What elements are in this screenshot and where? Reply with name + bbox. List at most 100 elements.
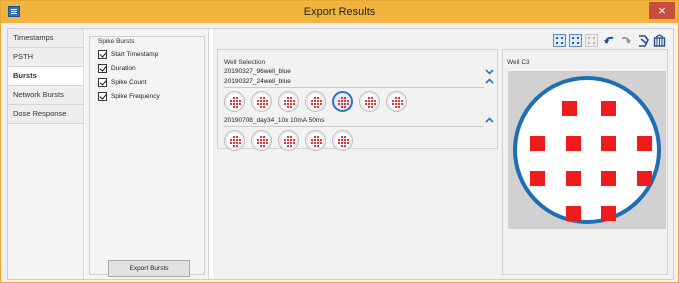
plate-icon[interactable] bbox=[653, 34, 666, 47]
well-detail-view bbox=[508, 71, 666, 229]
plate-24well-wells bbox=[224, 91, 434, 113]
electrode-dot bbox=[392, 103, 394, 105]
well-thumbnail[interactable] bbox=[251, 91, 272, 112]
electrode-dot bbox=[290, 97, 292, 99]
electrode-dot bbox=[317, 100, 319, 102]
plate-name: 20190327_24well_blue bbox=[224, 78, 291, 85]
well-thumbnail[interactable] bbox=[251, 130, 272, 151]
electrode-dot bbox=[260, 100, 262, 102]
well-thumbnail[interactable] bbox=[224, 91, 245, 112]
electrode-dot bbox=[260, 106, 262, 108]
electrode-dot bbox=[371, 106, 373, 108]
electrode-dot bbox=[398, 97, 400, 99]
plate-day34-wells bbox=[224, 130, 384, 152]
electrode-dot bbox=[344, 145, 346, 147]
electrode-dot bbox=[287, 106, 289, 108]
electrode-dot bbox=[287, 136, 289, 138]
electrode-dot bbox=[233, 106, 235, 108]
chevron-down-icon[interactable] bbox=[485, 67, 494, 76]
electrode-dot bbox=[284, 142, 286, 144]
electrode-dot bbox=[260, 139, 262, 141]
electrode[interactable] bbox=[637, 136, 652, 151]
electrode-dot bbox=[263, 97, 265, 99]
electrode-dot bbox=[371, 100, 373, 102]
plate-header-96well[interactable]: 20190327_96well_blue bbox=[224, 68, 494, 78]
electrode-dot bbox=[266, 139, 268, 141]
well-thumbnail[interactable] bbox=[359, 91, 380, 112]
well-thumbnail[interactable] bbox=[224, 130, 245, 151]
nav-item-psth[interactable]: PSTH bbox=[8, 48, 83, 67]
nav-item-timestamps[interactable]: Timestamps bbox=[8, 29, 83, 48]
window-title: Export Results bbox=[303, 6, 376, 18]
plate-header-day34[interactable]: 20190708_day34_10x 10mA 50ms bbox=[224, 117, 494, 127]
close-button[interactable]: × bbox=[649, 2, 675, 19]
undo-icon[interactable] bbox=[603, 34, 616, 47]
spike-count-checkbox[interactable] bbox=[98, 78, 107, 87]
electrode-dot bbox=[317, 136, 319, 138]
duration-checkbox[interactable] bbox=[98, 64, 107, 73]
grid-select-some-icon[interactable] bbox=[569, 34, 582, 47]
electrode-dot bbox=[344, 142, 346, 144]
well-thumbnail[interactable] bbox=[386, 91, 407, 112]
electrode[interactable] bbox=[562, 101, 577, 116]
electrode-dot bbox=[338, 100, 340, 102]
electrode[interactable] bbox=[530, 171, 545, 186]
electrode-dot bbox=[395, 103, 397, 105]
electrode-dot bbox=[338, 103, 340, 105]
electrode-dot bbox=[317, 103, 319, 105]
electrode-dot bbox=[230, 139, 232, 141]
electrode-dot bbox=[320, 142, 322, 144]
grid-select-all-icon[interactable] bbox=[553, 34, 566, 47]
export-bursts-button[interactable]: Export Bursts bbox=[108, 260, 190, 277]
electrode-dot bbox=[338, 142, 340, 144]
electrode[interactable] bbox=[566, 206, 581, 221]
spike-frequency-checkbox[interactable] bbox=[98, 92, 107, 101]
start-timestamp-checkbox[interactable] bbox=[98, 50, 107, 59]
plate-toolbar bbox=[553, 34, 669, 48]
redo-icon[interactable] bbox=[619, 34, 632, 47]
well-thumbnail[interactable] bbox=[305, 91, 326, 112]
electrode-dot bbox=[314, 136, 316, 138]
nav-item-network-bursts[interactable]: Network Bursts bbox=[8, 86, 83, 105]
electrode-dot bbox=[395, 106, 397, 108]
electrode[interactable] bbox=[601, 171, 616, 186]
electrode-dot bbox=[263, 145, 265, 147]
chevron-up-icon[interactable] bbox=[485, 77, 494, 86]
well-thumbnail[interactable] bbox=[278, 91, 299, 112]
electrode-dot bbox=[263, 139, 265, 141]
electrode-dot bbox=[398, 106, 400, 108]
electrode-dot bbox=[290, 103, 292, 105]
electrode-dot bbox=[398, 100, 400, 102]
electrode-dot bbox=[293, 142, 295, 144]
plate-load-icon[interactable] bbox=[637, 34, 650, 47]
electrode-dot bbox=[260, 142, 262, 144]
well-thumbnail[interactable] bbox=[305, 130, 326, 151]
chevron-up-icon[interactable] bbox=[485, 116, 494, 125]
electrode[interactable] bbox=[601, 101, 616, 116]
electrode-dot bbox=[347, 100, 349, 102]
well-thumbnail[interactable] bbox=[332, 91, 353, 112]
electrode[interactable] bbox=[637, 171, 652, 186]
export-results-window: Export Results × Timestamps PSTH Bursts … bbox=[0, 0, 679, 283]
electrode[interactable] bbox=[601, 206, 616, 221]
well-thumbnail[interactable] bbox=[278, 130, 299, 151]
electrode[interactable] bbox=[566, 171, 581, 186]
nav-item-dose-response[interactable]: Dose Response bbox=[8, 105, 83, 124]
well-thumbnail[interactable] bbox=[332, 130, 353, 151]
electrode-dot bbox=[341, 142, 343, 144]
grid-select-none-icon[interactable] bbox=[585, 34, 598, 47]
electrode-dot bbox=[236, 136, 238, 138]
electrode-dot bbox=[236, 103, 238, 105]
electrode[interactable] bbox=[601, 136, 616, 151]
electrode[interactable] bbox=[566, 136, 581, 151]
electrode-dot bbox=[368, 97, 370, 99]
electrode-dot bbox=[230, 142, 232, 144]
nav-item-bursts[interactable]: Bursts bbox=[8, 67, 83, 86]
electrode-dot bbox=[263, 106, 265, 108]
electrode-dot bbox=[401, 103, 403, 105]
electrode-dot bbox=[311, 142, 313, 144]
electrode[interactable] bbox=[530, 136, 545, 151]
plate-header-24well[interactable]: 20190327_24well_blue bbox=[224, 78, 494, 88]
spike-frequency-label: Spike Frequency bbox=[111, 93, 160, 100]
well-selection-title: Well Selection bbox=[224, 59, 266, 66]
